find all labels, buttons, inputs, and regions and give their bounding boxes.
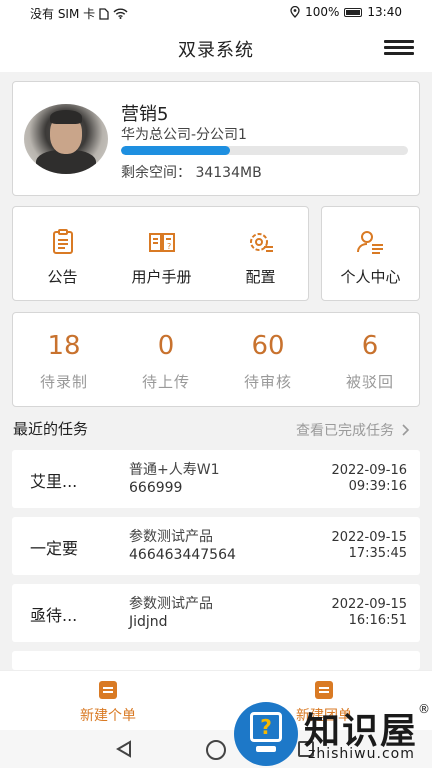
task-time: 16:16:51 bbox=[348, 613, 407, 628]
watermark-logo: ? 知识屋 ® zhishiwu.com bbox=[234, 700, 432, 768]
menu-item-announcement[interactable]: 公告 bbox=[13, 207, 112, 302]
settings-gear-icon bbox=[250, 233, 273, 252]
recent-tasks-title: 最近的任务 bbox=[13, 420, 89, 438]
menu-label: 配置 bbox=[245, 268, 276, 286]
menu-label: 个人中心 bbox=[340, 268, 401, 286]
menu-item-config[interactable]: 配置 bbox=[211, 207, 310, 302]
manual-icon: ? bbox=[149, 233, 175, 252]
new-individual-order-button[interactable]: 新建个单 bbox=[0, 671, 216, 731]
menu-label: 公告 bbox=[47, 268, 78, 286]
wifi-icon bbox=[113, 8, 128, 19]
clipboard-icon bbox=[53, 229, 73, 254]
clock: 13:40 bbox=[367, 5, 402, 19]
document-icon bbox=[99, 681, 117, 699]
menu-label: 用户手册 bbox=[131, 268, 192, 286]
task-customer: 艾里... bbox=[30, 472, 78, 491]
hamburger-menu-icon[interactable] bbox=[384, 40, 414, 56]
storage-progress-bar bbox=[121, 146, 408, 155]
task-time: 09:39:16 bbox=[348, 479, 407, 494]
task-row[interactable]: 一定要 参数测试产品 466463447564 2022-09-15 17:35… bbox=[12, 517, 420, 575]
registered-mark: ® bbox=[418, 702, 430, 716]
task-date: 2022-09-15 bbox=[331, 597, 407, 612]
tab-label: 新建个单 bbox=[80, 708, 136, 724]
task-code: 666999 bbox=[129, 480, 183, 496]
task-product: 普通+人寿W1 bbox=[129, 462, 220, 478]
storage-remaining: 剩余空间： 34134MB bbox=[121, 162, 262, 182]
app-header: 双录系统 bbox=[0, 24, 432, 72]
avatar bbox=[24, 104, 108, 174]
view-completed-tasks-link[interactable]: 查看已完成任务 bbox=[296, 420, 410, 440]
stat-label: 待审核 bbox=[243, 373, 292, 391]
page-title: 双录系统 bbox=[178, 40, 254, 61]
stat-label: 待上传 bbox=[141, 373, 190, 391]
location-icon bbox=[290, 6, 300, 18]
task-customer: 亟待... bbox=[30, 606, 78, 625]
task-date: 2022-09-15 bbox=[331, 530, 407, 545]
chevron-right-icon bbox=[402, 424, 410, 436]
user-name: 营销5 bbox=[121, 104, 169, 125]
stat-rejected[interactable]: 6 被驳回 bbox=[319, 313, 421, 408]
task-stats: 18 待录制 0 待上传 60 待审核 6 被驳回 bbox=[12, 312, 420, 407]
task-date: 2022-09-16 bbox=[331, 463, 407, 478]
svg-text:?: ? bbox=[167, 242, 171, 251]
stat-label: 待录制 bbox=[39, 373, 88, 391]
sim-icon bbox=[99, 7, 109, 20]
task-customer: 一定要 bbox=[30, 539, 79, 558]
stat-pending-review[interactable]: 60 待审核 bbox=[217, 313, 319, 408]
stat-value: 0 bbox=[157, 331, 175, 361]
carrier-text: 没有 SIM 卡 bbox=[30, 7, 96, 21]
battery-percent: 100% bbox=[305, 5, 340, 19]
feature-menu: 公告 ? 用户手册 配置 bbox=[12, 206, 309, 301]
stat-value: 6 bbox=[361, 331, 379, 361]
task-code: 466463447564 bbox=[129, 547, 236, 563]
user-center-icon bbox=[357, 231, 383, 254]
stat-value: 60 bbox=[251, 331, 285, 361]
stat-pending-upload[interactable]: 0 待上传 bbox=[115, 313, 217, 408]
task-row[interactable]: 亟待... 参数测试产品 Jidjnd 2022-09-15 16:16:51 bbox=[12, 584, 420, 642]
stat-label: 被驳回 bbox=[345, 373, 394, 391]
task-product: 参数测试产品 bbox=[129, 596, 213, 612]
help-monitor-icon: ? bbox=[234, 702, 298, 766]
user-center-button[interactable]: 个人中心 bbox=[321, 206, 420, 301]
profile-card: 营销5 华为总公司-分公司1 剩余空间： 34134MB bbox=[12, 81, 420, 196]
storage-value: 34134MB bbox=[195, 165, 262, 181]
menu-item-user-manual[interactable]: ? 用户手册 bbox=[112, 207, 211, 302]
stat-pending-record[interactable]: 18 待录制 bbox=[13, 313, 115, 408]
task-code: Jidjnd bbox=[129, 614, 168, 630]
task-product: 参数测试产品 bbox=[129, 529, 213, 545]
stat-value: 18 bbox=[47, 331, 81, 361]
status-bar: 没有 SIM 卡 100% 13:40 bbox=[0, 0, 432, 24]
back-triangle-icon[interactable] bbox=[115, 740, 133, 758]
user-org: 华为总公司-分公司1 bbox=[121, 127, 247, 143]
battery-icon bbox=[344, 7, 363, 17]
view-completed-label: 查看已完成任务 bbox=[296, 423, 394, 439]
storage-label: 剩余空间： bbox=[121, 165, 191, 181]
home-circle-icon[interactable] bbox=[206, 740, 226, 760]
storage-progress-fill bbox=[121, 146, 231, 155]
task-row[interactable]: 艾里... 普通+人寿W1 666999 2022-09-16 09:39:16 bbox=[12, 450, 420, 508]
clipboard-icon bbox=[315, 681, 333, 699]
task-time: 17:35:45 bbox=[348, 546, 407, 561]
watermark-url: zhishiwu.com bbox=[308, 746, 415, 762]
task-row[interactable] bbox=[12, 651, 420, 670]
